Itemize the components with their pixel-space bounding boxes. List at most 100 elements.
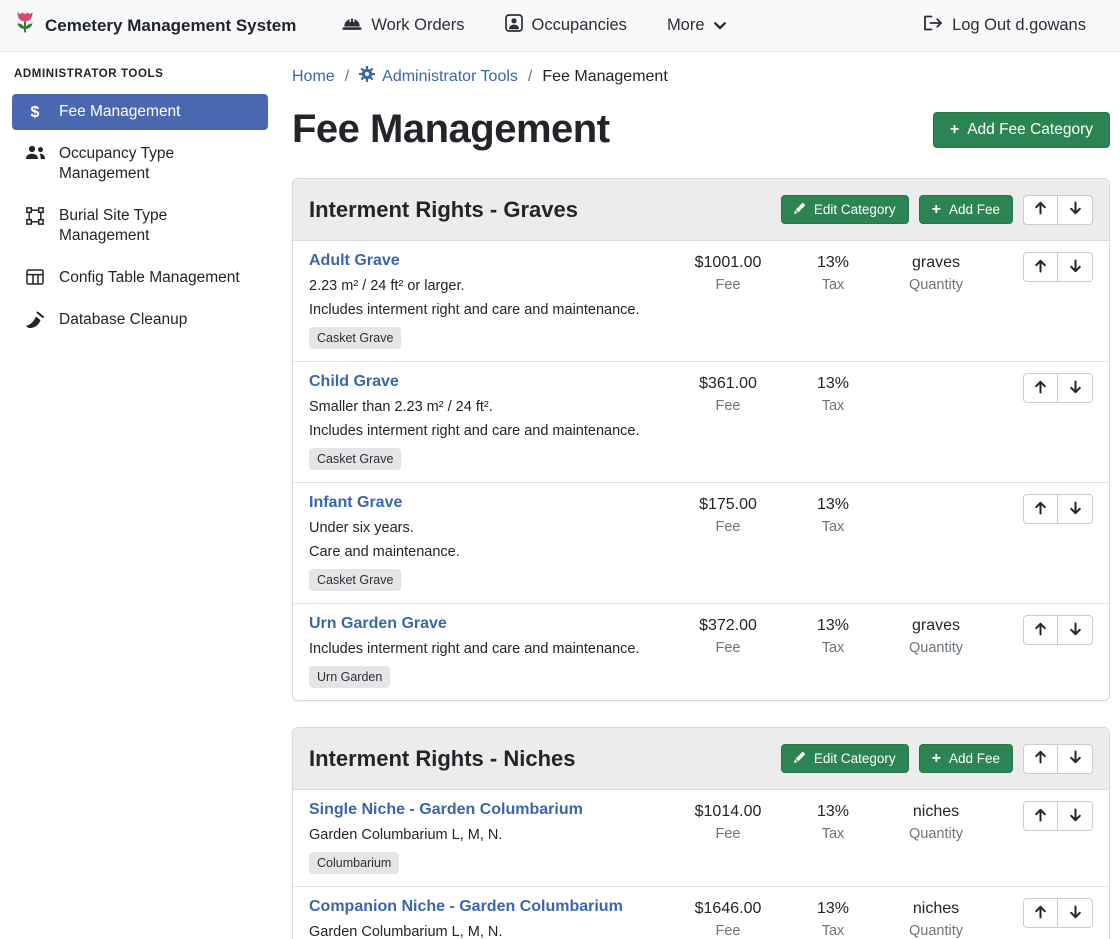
tax-column: 13% Tax [783, 494, 883, 591]
arrow-up-icon [1035, 201, 1046, 218]
fee-name-link[interactable]: Companion Niche - Garden Columbarium [309, 898, 623, 916]
fee-name-link[interactable]: Infant Grave [309, 494, 402, 512]
app-title: Cemetery Management System [45, 16, 296, 36]
sidebar-item-database-cleanup[interactable]: Database Cleanup [12, 302, 268, 338]
fee-amount-column: $175.00Fee [673, 494, 783, 591]
quantity-column [883, 373, 989, 470]
move-fee-down-button[interactable] [1058, 898, 1093, 928]
add-fee-category-button[interactable]: + Add Fee Category [933, 112, 1110, 148]
breadcrumb-admin-tools-link[interactable]: Administrator Tools [359, 66, 518, 87]
fee-amount: $361.00 [673, 375, 783, 393]
quantity-label: Quantity [883, 277, 989, 293]
fee-amount-column: $361.00 Fee [673, 373, 783, 470]
sidebar-item-burial-site-type-management[interactable]: Burial Site Type Management [12, 198, 268, 254]
nav-more[interactable]: More [647, 8, 746, 43]
tax-value: 13% [783, 900, 883, 918]
move-fee-up-button[interactable] [1023, 615, 1058, 645]
reorder-buttons [1023, 898, 1093, 928]
move-fee-up-button[interactable] [1023, 373, 1058, 403]
fee-description: Smaller than 2.23 m² / 24 ft². [309, 396, 663, 418]
fee-amount-column: $372.00 Fee [673, 615, 783, 688]
tax-column: 13% Tax [783, 252, 883, 349]
move-fee-down-button[interactable] [1058, 615, 1093, 645]
fee-amount: $372.00 [673, 617, 783, 635]
fee-description: Under six years. [309, 517, 663, 539]
tax-value: 13% [783, 254, 883, 272]
fee-label: Fee [673, 277, 783, 293]
move-fee-down-button[interactable] [1058, 252, 1093, 282]
move-category-up-button[interactable] [1023, 744, 1058, 774]
occupancy-icon [505, 14, 523, 37]
category-title: Interment Rights - Niches [309, 746, 575, 772]
tax-label: Tax [783, 923, 883, 939]
move-category-up-button[interactable] [1023, 195, 1058, 225]
reorder-buttons [1023, 744, 1093, 774]
page-title: Fee Management [292, 107, 610, 152]
fee-name-link[interactable]: Urn Garden Grave [309, 615, 447, 633]
fee-label: Fee [673, 640, 783, 656]
sidebar: ADMINISTRATOR TOOLS $ Fee Management Occ… [0, 52, 280, 939]
arrow-down-icon [1070, 259, 1081, 276]
nav-occupancies[interactable]: Occupancies [485, 6, 647, 45]
fee-name-link[interactable]: Single Niche - Garden Columbarium [309, 801, 583, 819]
tax-label: Tax [783, 519, 883, 535]
fee-label: Fee [673, 398, 783, 414]
move-category-down-button[interactable] [1058, 195, 1093, 225]
move-fee-down-button[interactable] [1058, 373, 1093, 403]
quantity-label: Quantity [883, 640, 989, 656]
move-fee-down-button[interactable] [1058, 801, 1093, 831]
fee-description: Care and maintenance. [309, 541, 663, 563]
logout-icon [923, 15, 943, 36]
brand[interactable]: Cemetery Management System [14, 10, 296, 41]
quantity-column: nichesQuantity [883, 801, 989, 874]
move-fee-down-button[interactable] [1058, 494, 1093, 524]
tax-value: 13% [783, 375, 883, 393]
fee-label: Fee [673, 826, 783, 842]
fee-type-badge: Columbarium [309, 852, 399, 874]
quantity-column: nichesQuantity [883, 898, 989, 939]
add-fee-button[interactable]: +Add Fee [919, 195, 1013, 224]
plus-icon: + [950, 123, 959, 137]
gear-icon [359, 66, 375, 87]
pencil-icon [794, 202, 806, 217]
sidebar-item-fee-management[interactable]: $ Fee Management [12, 94, 268, 130]
sidebar-item-config-table-management[interactable]: Config Table Management [12, 260, 268, 296]
edit-category-button[interactable]: Edit Category [781, 195, 909, 224]
quantity-column: graves Quantity [883, 252, 989, 349]
tax-value: 13% [783, 803, 883, 821]
quantity-label: Quantity [883, 826, 989, 842]
fee-description: Garden Columbarium L, M, N. [309, 921, 663, 939]
arrow-down-icon [1070, 201, 1081, 218]
fee-name-link[interactable]: Child Grave [309, 373, 399, 391]
tax-value: 13% [783, 496, 883, 514]
breadcrumb-home-link[interactable]: Home [292, 68, 335, 86]
fee-name-link[interactable]: Adult Grave [309, 252, 400, 270]
add-fee-button[interactable]: +Add Fee [919, 744, 1013, 773]
fee-amount-column: $1646.00Fee [673, 898, 783, 939]
reorder-buttons [1023, 195, 1093, 225]
fee-amount-column: $1001.00Fee [673, 252, 783, 349]
move-category-down-button[interactable] [1058, 744, 1093, 774]
fee-row: Companion Niche - Garden Columbarium Gard… [293, 887, 1109, 939]
sidebar-item-occupancy-type-management[interactable]: Occupancy Type Management [12, 136, 268, 192]
tax-label: Tax [783, 640, 883, 656]
arrow-up-icon [1035, 380, 1046, 397]
fee-category-card: Interment Rights - Niches Edit Category +A… [292, 727, 1110, 939]
move-fee-up-button[interactable] [1023, 801, 1058, 831]
dollar-icon: $ [24, 103, 46, 122]
reorder-buttons [1023, 373, 1093, 403]
move-fee-up-button[interactable] [1023, 494, 1058, 524]
edit-category-button[interactable]: Edit Category [781, 744, 909, 773]
quantity-value: graves [883, 254, 989, 272]
move-fee-up-button[interactable] [1023, 898, 1058, 928]
pencil-icon [794, 751, 806, 766]
reorder-buttons [1023, 801, 1093, 831]
reorder-buttons [1023, 494, 1093, 524]
nav-work-orders[interactable]: Work Orders [322, 7, 484, 45]
breadcrumb-separator: / [528, 68, 532, 86]
logout-button[interactable]: Log Out d.gowans [903, 7, 1106, 44]
fee-description: Includes interment right and care and ma… [309, 420, 663, 442]
quantity-value: niches [883, 900, 989, 918]
move-fee-up-button[interactable] [1023, 252, 1058, 282]
tax-label: Tax [783, 277, 883, 293]
